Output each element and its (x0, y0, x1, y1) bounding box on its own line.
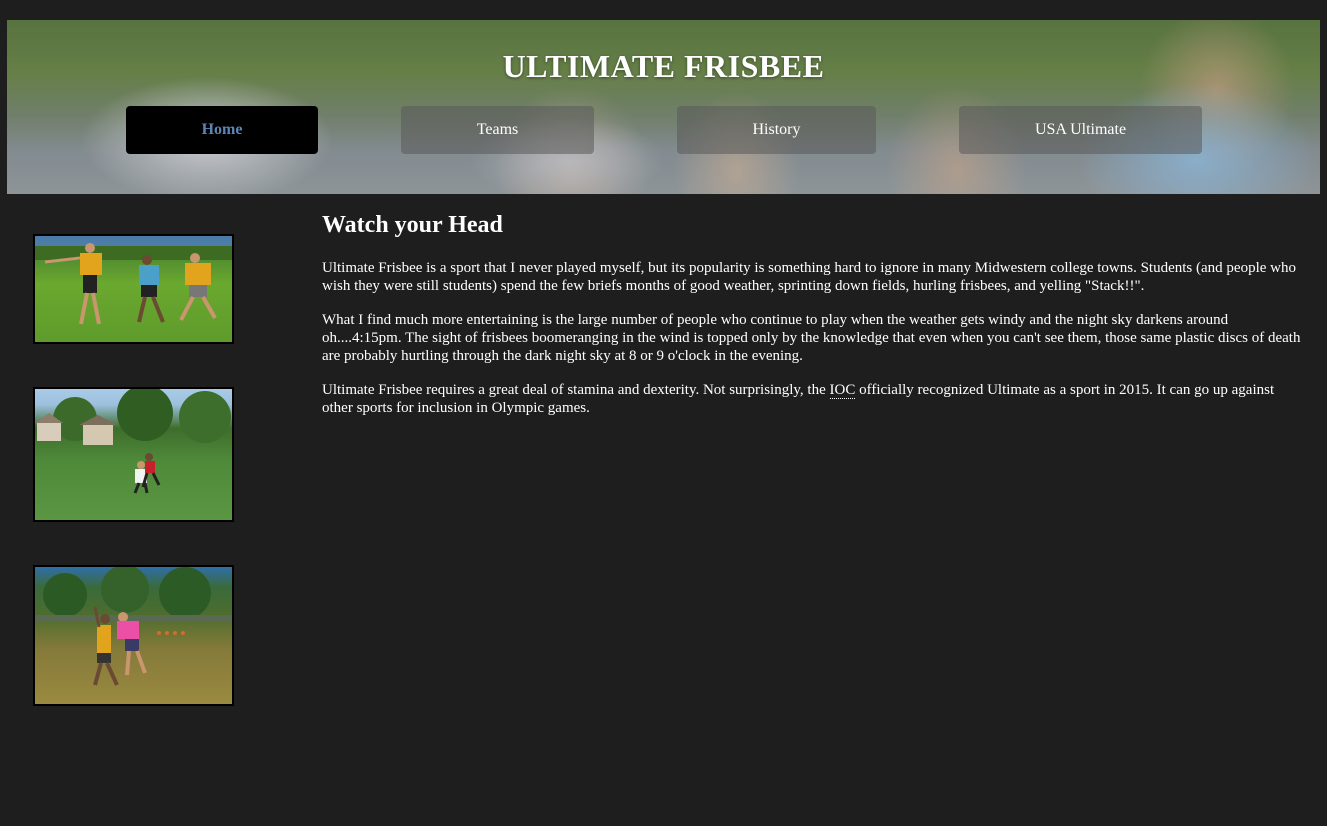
header-banner: ULTIMATE FRISBEE Home Teams History USA … (7, 20, 1320, 194)
ultimate-players-photo-3 (33, 565, 234, 706)
ultimate-players-photo-1 (33, 234, 234, 344)
paragraph-3: Ultimate Frisbee requires a great deal o… (322, 381, 1302, 417)
nav-home[interactable]: Home (126, 106, 318, 154)
ioc-abbreviation[interactable]: IOC (829, 382, 856, 399)
paragraph-2: What I find much more entertaining is th… (322, 312, 1301, 364)
nav-teams[interactable]: Teams (401, 106, 594, 154)
paragraph-3-start: Ultimate Frisbee requires a great deal o… (322, 382, 830, 398)
paragraph-1: Ultimate Frisbee is a sport that I never… (322, 260, 1296, 294)
site-title: ULTIMATE FRISBEE (502, 48, 825, 84)
section-heading: Watch your Head (322, 212, 503, 238)
main-content: Watch your Head Ultimate Frisbee is a sp… (322, 212, 1302, 433)
nav-history[interactable]: History (677, 106, 876, 154)
nav-usa-ultimate[interactable]: USA Ultimate (959, 106, 1202, 154)
ultimate-players-photo-2 (33, 387, 234, 522)
